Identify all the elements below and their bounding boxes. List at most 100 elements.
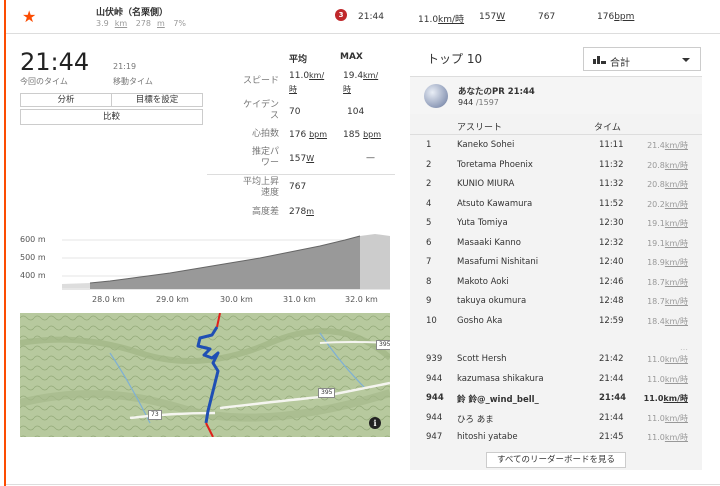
table-row[interactable]: 944 ひろ あま 21:44 11.0km/時 [410,408,702,428]
row-time[interactable]: 21:42 [599,354,624,364]
row-rank: 944 [426,393,444,403]
row-speed-value: 20.2 [647,199,665,209]
row-time[interactable]: 21:44 [599,374,624,384]
row-speed-unit: km/時 [664,199,688,209]
row-athlete[interactable]: hitoshi yatabe [457,432,518,442]
row-time[interactable]: 12:30 [599,218,624,228]
row-speed: 11.0km/時 [644,393,688,404]
row-time[interactable]: 12:32 [599,238,624,248]
row-speed: 21.4km/時 [647,140,688,151]
row-athlete[interactable]: Masaaki Kanno [457,238,521,248]
row-rank: 947 [426,432,443,442]
table-row[interactable]: 2 Toretama Phoenix 11:32 20.8km/時 [410,155,702,175]
row-athlete[interactable]: Yuta Tomiya [457,218,508,228]
stat-power-max: — [366,153,375,163]
row-speed: 11.0km/時 [647,432,688,443]
row-athlete[interactable]: Toretama Phoenix [457,160,533,170]
filter-value: 合計 [610,58,630,69]
stat-head-avg: 平均 [289,55,308,65]
row-speed-value: 11.0 [643,394,664,403]
row-speed-unit: km/時 [664,413,688,423]
row-speed-unit: km/時 [664,180,688,189]
segment-row[interactable]: ★ 山伏峠（名栗側） 3.9 km 278 m 7% 3 21:44 11.0km/… [6,0,720,34]
row-time[interactable]: 12:40 [599,257,624,267]
row-athlete[interactable]: Makoto Aoki [457,277,509,287]
moving-time: 21:19 [113,62,137,71]
table-row[interactable]: 1 Kaneko Sohei 11:11 21.4km/時 [410,135,702,155]
table-row[interactable]: 9 takuya okumura 12:48 18.7km/時 [410,291,702,311]
star-icon[interactable]: ★ [22,7,36,26]
row-speed-unit: km/時 [664,433,688,442]
stat-elev-label: 高度差 [251,207,279,217]
see-all-leaderboards-button[interactable]: すべてのリーダーボードを見る [486,452,626,468]
row-speed: 19.1km/時 [647,238,688,249]
x-tick-32: 32.0 km [345,295,378,304]
row-time[interactable]: 11:11 [599,140,624,150]
row-athlete[interactable]: takuya okumura [457,296,526,306]
row-time[interactable]: 21:44 [599,393,626,403]
table-row[interactable]: 944 kazumasa shikakura 21:44 11.0km/時 [410,369,702,389]
segment-name[interactable]: 山伏峠（名栗側） [96,5,168,18]
elevation-chart[interactable]: 600 m 500 m 400 m 28.0 km 29.0 km 30.0 k… [20,228,390,310]
row-athlete[interactable]: KUNIO MIURA [457,179,514,189]
row-time[interactable]: 12:48 [599,296,624,306]
stat-speed-avg: 11.0km/時 [289,71,325,94]
row-time[interactable]: 21:44 [599,413,624,423]
segment-map[interactable]: 395 395 73 i [20,313,390,437]
stat-power-label: 推定パ ワー [251,147,279,168]
analysis-button[interactable]: 分析 [21,94,111,106]
table-row[interactable]: 2 KUNIO MIURA 11:32 20.8km/時 [410,174,702,194]
table-row[interactable]: 944 鈴 鈴@_wind_bell_ 21:44 11.0km/時 [410,388,702,408]
row-time[interactable]: 11:52 [599,199,624,209]
row-speed: 18.9km/時 [647,257,688,268]
pr-title: あなたのPR 21:44 [458,87,535,97]
row-speed: 18.7km/時 [647,277,688,288]
row-speed-unit: km/時 [664,258,688,267]
row-time[interactable]: 12:59 [599,316,624,326]
set-goal-button[interactable]: 目標を設定 [111,94,202,106]
table-row[interactable]: 7 Masafumi Nishitani 12:40 18.9km/時 [410,252,702,272]
row-athlete[interactable]: Kaneko Sohei [457,140,514,150]
compare-button[interactable]: 比較 [20,109,203,125]
table-row[interactable]: 10 Gosho Aka 12:59 18.4km/時 [410,311,702,331]
table-row[interactable]: 947 hitoshi yatabe 21:45 11.0km/時 [410,427,702,447]
stat-head-max: MAX [340,52,363,62]
segment-hr: 176bpm [597,12,635,22]
row-time[interactable]: 11:32 [599,179,624,189]
row-time[interactable]: 11:32 [599,160,624,170]
row-time[interactable]: 21:45 [599,432,624,442]
row-speed-unit: km/時 [664,374,688,384]
row-athlete[interactable]: Atsuto Kawamura [457,199,532,209]
row-speed-value: 18.7 [647,277,665,287]
row-rank: 8 [426,276,432,287]
table-row[interactable]: 5 Yuta Tomiya 12:30 19.1km/時 [410,213,702,233]
elapsed-label: 今回のタイム [20,77,68,86]
stat-cadence-max: 104 [347,107,365,117]
stat-speed-max: 19.4km/時 [343,71,379,94]
segment-vam: 767 [538,12,556,22]
table-row[interactable]: 4 Atsuto Kawamura 11:52 20.2km/時 [410,194,702,214]
table-row[interactable]: 8 Makoto Aoki 12:46 18.7km/時 [410,272,702,292]
row-athlete[interactable]: Masafumi Nishitani [457,257,538,267]
row-speed-unit: km/時 [664,316,688,326]
row-athlete[interactable]: 鈴 鈴@_wind_bell_ [457,393,539,405]
row-speed-value: 18.9 [647,258,665,267]
table-row[interactable]: 6 Masaaki Kanno 12:32 19.1km/時 [410,233,702,253]
stat-cadence-label: ケイデンス [243,100,279,121]
row-rank: 9 [426,296,432,306]
table-row[interactable]: 939 Scott Hersh 21:42 11.0km/時 [410,349,702,369]
row-rank: 10 [426,315,437,326]
row-athlete[interactable]: kazumasa shikakura [457,374,544,384]
row-speed-value: 11.0 [647,433,665,442]
row-speed: 18.4km/時 [647,316,688,327]
segment-speed: 11.0km/時 [418,15,465,25]
row-athlete[interactable]: Scott Hersh [457,354,507,364]
row-time[interactable]: 12:46 [599,277,624,287]
info-icon[interactable]: i [369,417,381,429]
row-athlete[interactable]: ひろ あま [457,413,494,425]
row-athlete[interactable]: Gosho Aka [457,316,502,326]
stat-hr-avg: 176 bpm [289,130,328,140]
stat-hr-max: 185 bpm [343,130,382,140]
leaderboard-filter-dropdown[interactable]: 合計 [583,47,701,71]
avatar[interactable] [424,84,448,108]
